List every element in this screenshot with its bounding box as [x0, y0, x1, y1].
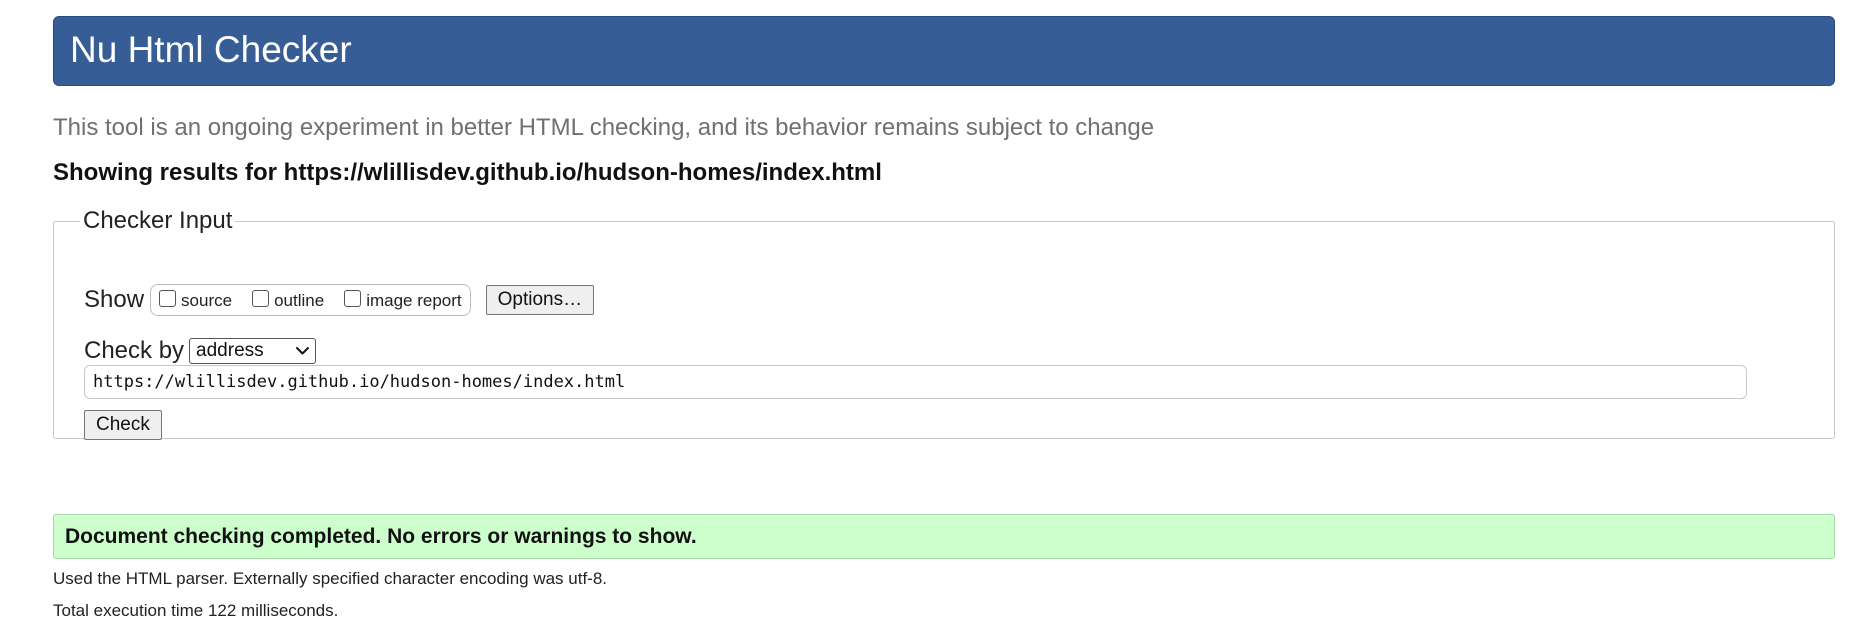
- header-banner: Nu Html Checker: [53, 16, 1835, 86]
- show-options-group: source outline image report: [150, 284, 471, 316]
- check-by-selected-value: address: [196, 340, 264, 361]
- outline-checkbox-label: outline: [274, 291, 325, 310]
- tagline: This tool is an ongoing experiment in be…: [53, 114, 1155, 141]
- check-by-row: Check by address: [84, 334, 317, 368]
- source-checkbox-label: source: [181, 291, 233, 310]
- page-title: Nu Html Checker: [70, 29, 352, 70]
- check-by-select[interactable]: address: [189, 338, 317, 364]
- checker-input-legend: Checker Input: [83, 207, 233, 234]
- show-row: Show source outline image report Options…: [84, 282, 595, 318]
- check-by-label: Check by: [84, 337, 185, 364]
- success-message: Document checking completed. No errors o…: [53, 514, 1835, 559]
- show-label: Show: [84, 286, 145, 313]
- parser-info: Used the HTML parser. Externally specifi…: [53, 569, 608, 588]
- show-source-option[interactable]: source: [159, 289, 233, 311]
- page: Nu Html Checker This tool is an ongoing …: [0, 0, 1858, 633]
- image-report-checkbox[interactable]: [344, 289, 362, 307]
- show-outline-option[interactable]: outline: [252, 289, 325, 311]
- check-button[interactable]: Check: [84, 410, 162, 440]
- execution-time: Total execution time 122 milliseconds.: [53, 601, 339, 620]
- url-input[interactable]: https://wlillisdev.github.io/hudson-home…: [84, 365, 1747, 399]
- source-checkbox[interactable]: [159, 289, 177, 307]
- checker-input-fieldset: Checker Input Show source outline image …: [53, 207, 1835, 440]
- chevron-down-icon: [296, 347, 310, 355]
- show-image-report-option[interactable]: image report: [344, 289, 462, 311]
- image-report-checkbox-label: image report: [366, 291, 462, 310]
- results-heading: Showing results for https://wlillisdev.g…: [53, 159, 882, 186]
- options-button[interactable]: Options…: [485, 285, 595, 315]
- outline-checkbox[interactable]: [252, 289, 270, 307]
